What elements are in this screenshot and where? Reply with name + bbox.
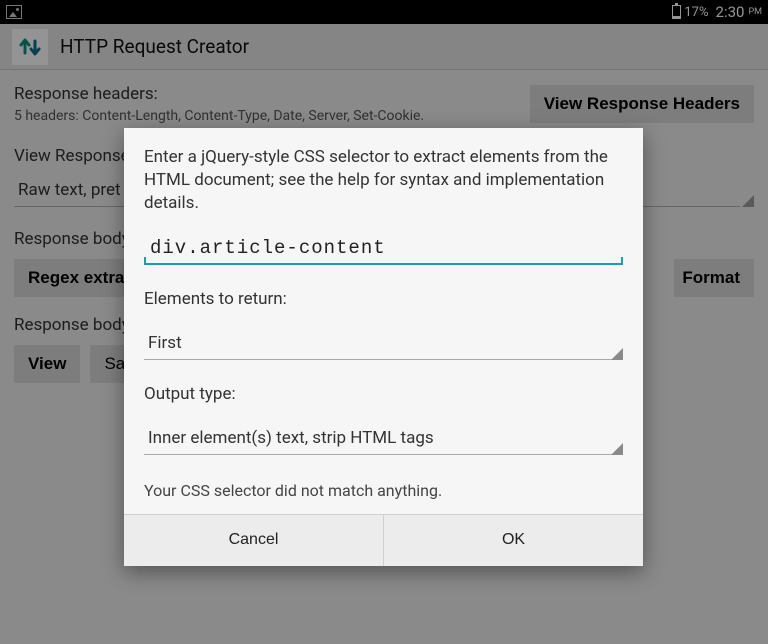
ok-button[interactable]: OK (383, 515, 643, 566)
elements-to-return-value: First (148, 333, 182, 353)
selector-input-wrap[interactable] (144, 235, 623, 265)
dialog-button-bar: Cancel OK (124, 514, 643, 566)
spinner-handle-icon (611, 443, 623, 455)
css-selector-dialog: Enter a jQuery-style CSS selector to ext… (124, 128, 643, 566)
dialog-status-text: Your CSS selector did not match anything… (144, 481, 623, 500)
cancel-button[interactable]: Cancel (124, 515, 383, 566)
output-type-value: Inner element(s) text, strip HTML tags (148, 428, 434, 448)
output-type-label: Output type: (144, 384, 623, 404)
dialog-prompt: Enter a jQuery-style CSS selector to ext… (144, 146, 623, 215)
output-type-spinner[interactable]: Inner element(s) text, strip HTML tags (144, 420, 623, 455)
elements-to-return-label: Elements to return: (144, 289, 623, 309)
selector-input[interactable] (150, 237, 617, 259)
elements-to-return-spinner[interactable]: First (144, 325, 623, 360)
screen: 17% 2:30 PM HTTP Request Creator Respons… (0, 0, 768, 644)
spinner-handle-icon (611, 348, 623, 360)
